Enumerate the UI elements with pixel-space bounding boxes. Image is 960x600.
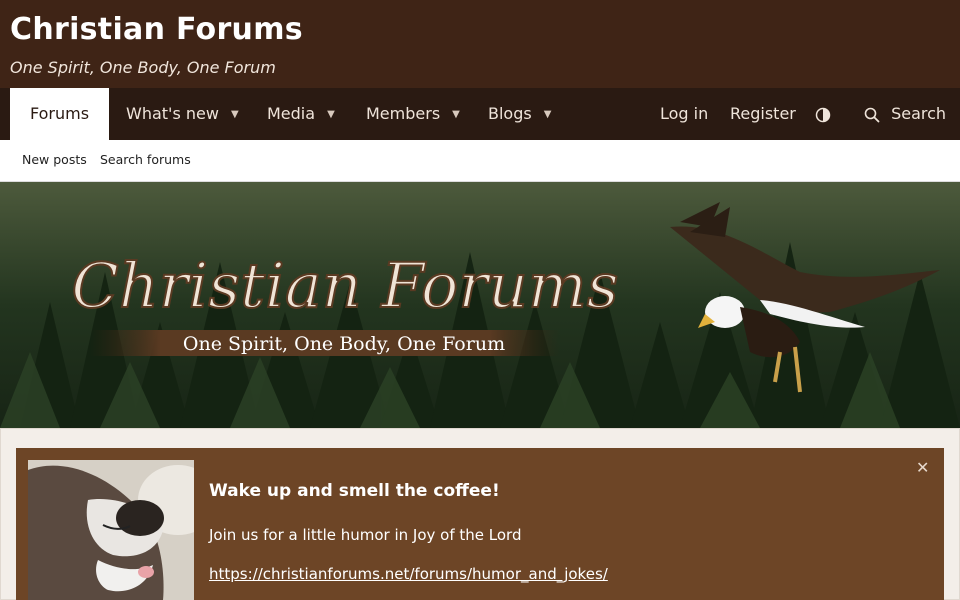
nav-tab-whats-new[interactable]: What's new ▼ [126,88,239,140]
site-title[interactable]: Christian Forums [10,12,303,47]
new-posts-link[interactable]: New posts [22,140,87,182]
chevron-down-icon[interactable]: ▼ [452,89,460,141]
search-button[interactable]: Search [864,88,946,140]
search-icon [864,107,880,122]
nav-tab-label: Blogs [488,104,532,123]
chevron-down-icon[interactable]: ▼ [327,89,335,141]
notice-image [28,460,194,600]
site-header: Christian Forums One Spirit, One Body, O… [0,0,960,88]
dog-image [28,460,194,600]
chevron-down-icon[interactable]: ▼ [544,89,552,141]
style-toggle-button[interactable] [815,88,831,140]
notice-link[interactable]: https://christianforums.net/forums/humor… [209,565,608,583]
site-banner[interactable]: Christian Forums One Spirit, One Body, O… [0,182,960,428]
banner-artwork: Christian Forums One Spirit, One Body, O… [0,182,960,428]
register-link[interactable]: Register [730,88,796,140]
nav-tab-forums[interactable]: Forums [10,88,110,140]
notice-banner: Wake up and smell the coffee! Join us fo… [16,448,944,600]
banner-tagline: One Spirit, One Body, One Forum [183,333,505,355]
nav-tab-media[interactable]: Media ▼ [267,88,335,140]
contrast-icon [815,107,831,122]
notice-title: Wake up and smell the coffee! [209,481,500,501]
sub-nav: New posts Search forums [0,140,960,182]
close-icon[interactable]: ✕ [916,458,929,478]
nav-tab-blogs[interactable]: Blogs ▼ [488,88,551,140]
login-link[interactable]: Log in [660,88,708,140]
nav-tab-label: Media [267,104,316,123]
nav-tab-label: Members [366,104,441,123]
nav-tab-members[interactable]: Members ▼ [366,88,460,140]
main-nav: Forums What's new ▼ Media ▼ Members ▼ Blogs… [0,88,960,140]
banner-title: Christian Forums [71,249,618,322]
chevron-down-icon[interactable]: ▼ [231,89,239,141]
search-forums-link[interactable]: Search forums [100,140,191,182]
notice-text: Join us for a little humor in Joy of the… [209,526,522,544]
site-tagline: One Spirit, One Body, One Forum [10,58,276,77]
search-label: Search [891,104,947,123]
nav-tab-label: Forums [30,104,90,123]
nav-tab-label: What's new [126,104,219,123]
